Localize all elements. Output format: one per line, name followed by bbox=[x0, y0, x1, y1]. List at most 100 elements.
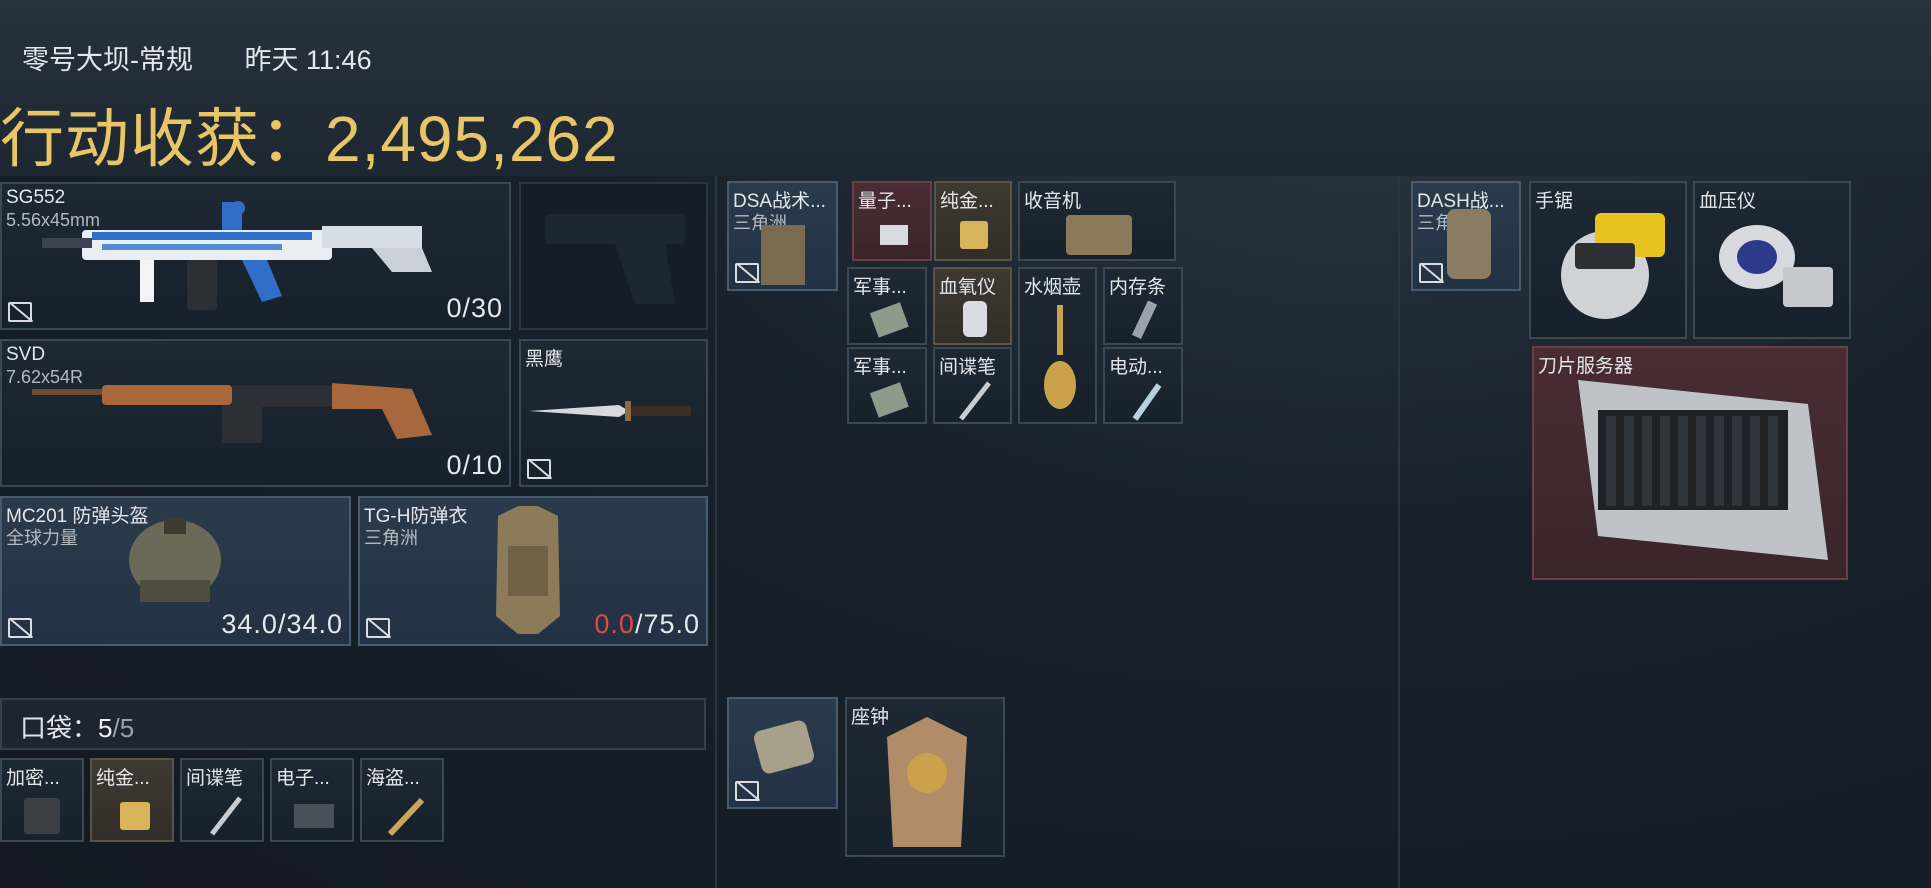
hookah-icon bbox=[1044, 305, 1076, 409]
quantum-drive-icon bbox=[880, 225, 908, 245]
item-name: 内存条 bbox=[1109, 277, 1167, 298]
rig-item[interactable]: 血氧仪 bbox=[933, 267, 1012, 345]
oximeter-icon bbox=[963, 301, 987, 337]
pistol-slot[interactable] bbox=[519, 182, 708, 330]
spy-pen-icon bbox=[959, 381, 991, 421]
column-divider bbox=[1398, 176, 1400, 888]
helmet-icon bbox=[129, 518, 221, 602]
pocket-item[interactable]: 纯金... bbox=[90, 758, 174, 842]
uninsured-icon bbox=[735, 781, 759, 801]
pocket-count: 5 bbox=[98, 713, 113, 743]
helmet-slot[interactable]: MC201 防弹头盔 全球力量 34.0/34.0 bbox=[0, 496, 351, 646]
armor-durability-max: /75.0 bbox=[634, 609, 700, 639]
item-name: 血压仪 bbox=[1699, 191, 1757, 212]
pocket-header: 口袋：5/5 bbox=[0, 698, 706, 750]
ammo-count: 0/10 bbox=[446, 450, 503, 480]
uninsured-icon bbox=[366, 618, 390, 638]
military-map-icon bbox=[869, 382, 909, 418]
helmet-durability: 34.0/34.0 bbox=[221, 609, 343, 639]
rig-item[interactable]: 电动... bbox=[1103, 347, 1183, 424]
item-name: 军事... bbox=[853, 277, 907, 298]
item-name: 纯金... bbox=[940, 191, 994, 212]
gold-lighter-icon bbox=[120, 802, 150, 830]
rig-item[interactable]: 军事... bbox=[847, 347, 927, 424]
item-name: 血氧仪 bbox=[939, 277, 997, 298]
backpack-item[interactable]: 刀片服务器 bbox=[1532, 346, 1848, 580]
haul-label: 行动收获： bbox=[0, 103, 325, 175]
rifle-icon bbox=[42, 201, 432, 310]
item-name: 加密... bbox=[6, 768, 60, 789]
item-name: 电子... bbox=[276, 768, 330, 789]
circuit-board-icon bbox=[294, 804, 334, 828]
weapon-name: SVD bbox=[6, 344, 46, 365]
safe-case-slot[interactable] bbox=[727, 697, 838, 809]
chest-rig-slot[interactable]: DSA战术... 三角洲 bbox=[727, 181, 838, 291]
pocket-item[interactable]: 加密... bbox=[0, 758, 84, 842]
backpack-slot[interactable]: DASH战... 三角洲 bbox=[1411, 181, 1521, 291]
rig-item[interactable]: 军事... bbox=[847, 267, 927, 345]
item-name: 量子... bbox=[858, 191, 912, 212]
item-name: 水烟壶 bbox=[1024, 277, 1082, 298]
item-name: 电动... bbox=[1109, 357, 1163, 378]
encrypted-drive-icon bbox=[24, 798, 60, 834]
blood-pressure-monitor-icon bbox=[1719, 225, 1833, 307]
haul-value: 2,495,262 bbox=[325, 103, 619, 175]
match-info: 零号大坝-常规 昨天 11:46 bbox=[22, 38, 416, 77]
column-divider bbox=[715, 176, 717, 888]
electric-screwdriver-icon bbox=[1132, 383, 1162, 421]
sniper-rifle-icon bbox=[32, 383, 432, 443]
armor-durability-current: 0.0 bbox=[594, 609, 635, 639]
ammo-count: 0/30 bbox=[446, 293, 503, 323]
case-item[interactable]: 座钟 bbox=[845, 697, 1005, 857]
rig-item[interactable]: 收音机 bbox=[1018, 181, 1176, 261]
armor-brand: 三角洲 bbox=[364, 528, 418, 548]
military-map-icon bbox=[869, 302, 909, 338]
armor-durability: 0.0/75.0 bbox=[594, 609, 700, 640]
uninsured-icon bbox=[8, 618, 32, 638]
pocket-item[interactable]: 间谍笔 bbox=[180, 758, 264, 842]
radio-icon bbox=[1066, 215, 1132, 255]
item-name: 军事... bbox=[853, 357, 907, 378]
spy-pen-icon bbox=[210, 796, 242, 836]
circular-saw-icon bbox=[1561, 213, 1665, 319]
backpack-icon bbox=[1447, 209, 1491, 279]
uninsured-icon bbox=[1419, 263, 1443, 283]
pirate-knife-icon bbox=[387, 797, 425, 837]
pocket-item[interactable]: 海盗... bbox=[360, 758, 444, 842]
match-time: 昨天 11:46 bbox=[244, 45, 372, 75]
gold-lighter-icon bbox=[960, 221, 988, 249]
secondary-weapon-slot[interactable]: SVD 7.62x54R 0/10 bbox=[0, 339, 511, 487]
item-name: 纯金... bbox=[96, 768, 150, 789]
rig-item[interactable]: 纯金... bbox=[934, 181, 1012, 261]
pocket-max: /5 bbox=[112, 713, 135, 743]
helmet-brand: 全球力量 bbox=[6, 528, 78, 548]
melee-name: 黑鹰 bbox=[525, 349, 564, 370]
knife-icon bbox=[529, 401, 691, 421]
map-name: 零号大坝-常规 bbox=[22, 45, 193, 75]
desk-clock-icon bbox=[887, 717, 967, 847]
primary-weapon-slot[interactable]: SG552 5.56x45mm 0/30 bbox=[0, 182, 511, 330]
backpack-item[interactable]: 血压仪 bbox=[1693, 181, 1851, 339]
haul-total: 行动收获：2,495,262 bbox=[0, 88, 619, 180]
safe-case-icon bbox=[754, 720, 814, 774]
uninsured-icon bbox=[527, 459, 551, 479]
pocket-label: 口袋： bbox=[20, 713, 99, 743]
uninsured-icon bbox=[735, 263, 759, 283]
melee-slot[interactable]: 黑鹰 bbox=[519, 339, 708, 487]
rig-item[interactable]: 内存条 bbox=[1103, 267, 1183, 345]
uninsured-icon bbox=[8, 302, 32, 322]
ram-stick-icon bbox=[1131, 301, 1158, 340]
item-name: 间谍笔 bbox=[186, 768, 244, 789]
body-armor-icon bbox=[496, 506, 560, 634]
pistol-silhouette-icon bbox=[545, 214, 685, 304]
rig-item[interactable]: 水烟壶 bbox=[1018, 267, 1097, 424]
armor-slot[interactable]: TG-H防弹衣 三角洲 0.0/75.0 bbox=[358, 496, 708, 646]
item-name: 间谍笔 bbox=[939, 357, 997, 378]
backpack-item[interactable]: 手锯 bbox=[1529, 181, 1687, 339]
rig-item[interactable]: 量子... bbox=[852, 181, 932, 261]
blade-server-icon bbox=[1578, 380, 1828, 560]
chest-rig-icon bbox=[761, 225, 805, 285]
item-name: 海盗... bbox=[366, 768, 420, 789]
rig-item[interactable]: 间谍笔 bbox=[933, 347, 1012, 424]
pocket-item[interactable]: 电子... bbox=[270, 758, 354, 842]
